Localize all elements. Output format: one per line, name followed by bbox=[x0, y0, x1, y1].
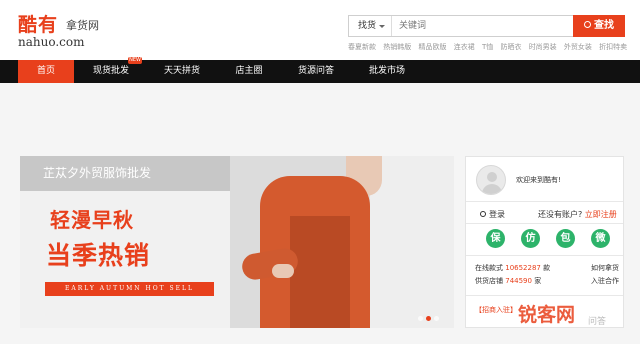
divider bbox=[466, 255, 623, 256]
hotword-link[interactable]: 时尚男装 bbox=[529, 43, 557, 51]
photo-background bbox=[370, 156, 454, 328]
avatar bbox=[476, 165, 506, 195]
hot-keywords: 春夏新款 热销韩版 精品欧版 连衣裙 T恤 防晒衣 时尚男装 外贸女装 折扣特卖 bbox=[348, 42, 634, 52]
shirt-icon[interactable]: 仿 bbox=[521, 229, 540, 248]
hotword-link[interactable]: T恤 bbox=[482, 43, 493, 51]
divider bbox=[466, 201, 623, 202]
merchant-join-link[interactable]: 【招商入驻】 bbox=[475, 305, 517, 315]
carousel-dot-active[interactable] bbox=[426, 316, 431, 321]
hotword-link[interactable]: 热销韩版 bbox=[383, 43, 411, 51]
service-badges: 保 仿 包 微 bbox=[466, 229, 623, 251]
photo-hand bbox=[272, 264, 294, 278]
logo-text: 酷有 bbox=[18, 14, 59, 36]
stat-label: 供货店铺 bbox=[475, 277, 503, 285]
guarantee-icon[interactable]: 保 bbox=[486, 229, 505, 248]
banner-photo bbox=[230, 156, 454, 328]
watermark-sub: 问答 bbox=[588, 317, 607, 327]
search-bar: 找货 查找 bbox=[348, 15, 625, 37]
nav-item-market[interactable]: 批发市场 bbox=[354, 60, 420, 83]
banner-headline-2: 当季热销 bbox=[46, 241, 151, 270]
hotword-link[interactable]: 防晒衣 bbox=[500, 43, 521, 51]
welcome-text: 欢迎来到酷有! bbox=[516, 176, 561, 184]
banner-headline-1: 轻漫早秋 bbox=[50, 208, 134, 232]
search-category-select[interactable]: 找货 bbox=[349, 16, 392, 36]
supplier-shops-stat: 供货店铺 744590 家 bbox=[475, 276, 541, 286]
avatar-body bbox=[482, 184, 502, 194]
photo-dress-shadow bbox=[290, 216, 350, 328]
search-input[interactable] bbox=[393, 16, 571, 36]
nav-item-home[interactable]: 首页 bbox=[18, 60, 74, 83]
search-button-label: 查找 bbox=[594, 20, 614, 31]
carousel-dots bbox=[418, 316, 439, 322]
main-nav: 首页 现货批发 NEW 天天拼货 店主圈 货源问答 批发市场 bbox=[0, 57, 640, 83]
chevron-down-icon bbox=[379, 25, 385, 28]
site-logo[interactable]: 酷有 拿货网 nahuo.com bbox=[18, 10, 128, 50]
carousel-dot[interactable] bbox=[434, 316, 439, 321]
stat-unit: 家 bbox=[534, 277, 542, 285]
no-account-text: 还没有账户? bbox=[538, 210, 583, 219]
nav-item-label: 现货批发 bbox=[92, 66, 129, 76]
carousel-dot[interactable] bbox=[418, 316, 423, 321]
online-styles-stat: 在线款式 10652287 款 bbox=[475, 263, 550, 273]
join-link[interactable]: 入驻合作 bbox=[591, 276, 619, 286]
logo-domain: nahuo.com bbox=[18, 35, 85, 49]
key-icon bbox=[480, 211, 486, 217]
nav-item-shop-circle[interactable]: 店主圈 bbox=[220, 60, 278, 83]
how-to-buy-link[interactable]: 如何拿货 bbox=[591, 263, 619, 273]
search-category-label: 找货 bbox=[358, 21, 377, 31]
stat-unit: 款 bbox=[543, 264, 551, 272]
wechat-icon[interactable]: 微 bbox=[591, 229, 610, 248]
login-label: 登录 bbox=[489, 210, 505, 219]
package-icon[interactable]: 包 bbox=[556, 229, 575, 248]
login-link[interactable]: 登录 bbox=[480, 209, 505, 220]
search-button[interactable]: 查找 bbox=[573, 15, 625, 37]
promo-banner[interactable]: 芷苁夕外贸服饰批发 轻漫早秋 当季热销 EARLY AUTUMN HOT SEL… bbox=[20, 156, 454, 328]
top-header: 酷有 拿货网 nahuo.com 找货 查找 春夏新款 热销韩版 精品欧版 连衣… bbox=[0, 0, 640, 60]
hotword-link[interactable]: 折扣特卖 bbox=[599, 43, 627, 51]
banner-tagline: 芷苁夕外贸服饰批发 bbox=[43, 166, 152, 180]
watermark-logo: 锐客网 bbox=[518, 304, 576, 326]
hotword-link[interactable]: 外贸女装 bbox=[564, 43, 592, 51]
stat-value: 10652287 bbox=[505, 264, 541, 272]
stat-value: 744590 bbox=[505, 277, 532, 285]
nav-item-group-buy[interactable]: 天天拼货 bbox=[150, 60, 214, 83]
hotword-link[interactable]: 连衣裙 bbox=[454, 43, 475, 51]
banner-strip: EARLY AUTUMN HOT SELL bbox=[45, 282, 214, 296]
avatar-head bbox=[487, 172, 497, 182]
hotword-link[interactable]: 春夏新款 bbox=[348, 43, 376, 51]
stat-label: 在线款式 bbox=[475, 264, 503, 272]
register-link[interactable]: 立即注册 bbox=[585, 210, 617, 219]
hotword-link[interactable]: 精品欧版 bbox=[418, 43, 446, 51]
divider bbox=[466, 223, 623, 224]
divider bbox=[466, 295, 623, 296]
search-icon bbox=[584, 21, 591, 28]
logo-subtitle: 拿货网 bbox=[66, 19, 99, 32]
new-badge: NEW bbox=[128, 57, 142, 64]
register-prompt: 还没有账户? 立即注册 bbox=[538, 209, 617, 220]
nav-item-qa[interactable]: 货源问答 bbox=[284, 60, 348, 83]
nav-item-wholesale[interactable]: 现货批发 NEW bbox=[78, 57, 144, 83]
